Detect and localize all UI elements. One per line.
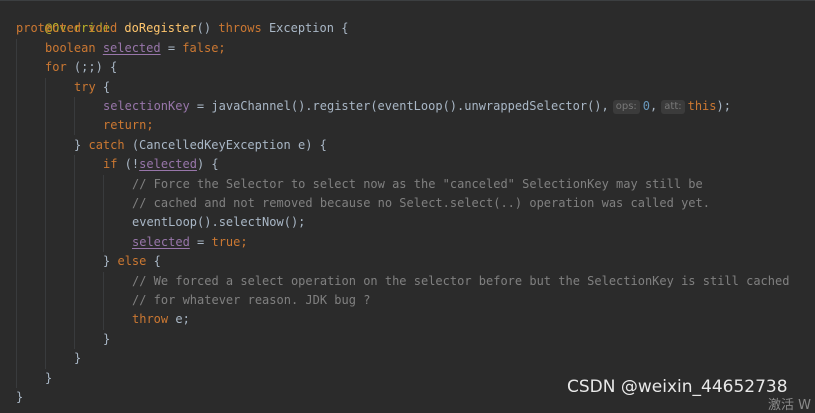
code-line-3[interactable]: boolean selected = false; <box>45 39 226 58</box>
select-now-call: eventLoop().selectNow(); <box>132 215 306 230</box>
activate-windows-text: 激活 W <box>768 398 811 413</box>
comma: , <box>650 99 658 113</box>
variable-selected: selected <box>139 157 197 172</box>
csdn-watermark: CSDN @weixin_44652738 <box>567 377 788 397</box>
code-line-10[interactable]: // Force the Selector to select now as t… <box>132 175 703 194</box>
keyword: for <box>45 60 67 75</box>
param-hint-ops: ops: <box>612 100 640 114</box>
throw-var: e; <box>168 312 190 327</box>
code-line-18[interactable]: } <box>103 330 110 349</box>
indent-guide <box>103 175 104 252</box>
close-paren: ); <box>716 99 731 113</box>
variable-selected: selected <box>102 40 161 55</box>
keyword: void <box>88 21 118 36</box>
field-selectionKey: selectionKey <box>103 99 190 113</box>
code-line-17[interactable]: throw e; <box>132 310 190 329</box>
semicolon: ; <box>240 234 248 249</box>
keyword: try <box>74 79 96 94</box>
operator: = <box>189 234 212 249</box>
code-line-21[interactable]: } <box>16 388 23 407</box>
variable-selected: selected <box>132 234 190 249</box>
operator: = <box>160 40 183 55</box>
code-line-20[interactable]: } <box>45 369 52 388</box>
keyword: if <box>103 157 118 172</box>
brace: } <box>74 351 82 366</box>
brace: { <box>341 21 349 36</box>
brace: } <box>74 137 82 152</box>
semicolon: ; <box>218 40 226 55</box>
brace: } <box>45 370 53 385</box>
code-line-15[interactable]: // We forced a select operation on the s… <box>132 272 789 291</box>
comment: // cached and not removed because no Sel… <box>132 196 710 210</box>
brace: } <box>103 254 111 269</box>
code-line-14[interactable]: } else { <box>103 252 161 271</box>
keyword: false <box>182 40 219 55</box>
keyword: return <box>103 118 147 133</box>
number-literal: 0 <box>642 99 651 113</box>
semicolon: ; <box>146 118 154 133</box>
keyword: true <box>211 234 241 249</box>
code-line-13[interactable]: selected = true; <box>132 233 248 252</box>
code-line-1[interactable]: @Override <box>16 0 110 35</box>
indent-guide <box>45 78 46 369</box>
keyword: throws <box>218 21 262 36</box>
comment: // We forced a select operation on the s… <box>132 273 790 288</box>
exception-type: Exception <box>268 21 334 36</box>
keyword: catch <box>88 137 125 152</box>
brace: } <box>16 390 24 404</box>
comment: // for whatever reason. JDK bug ? <box>132 293 371 307</box>
parens: () <box>196 21 212 36</box>
brace: { <box>102 79 111 94</box>
keyword: boolean <box>45 40 96 55</box>
code-line-2[interactable]: protected void doRegister() throws Excep… <box>16 19 348 38</box>
catch-param: (CancelledKeyException e) { <box>124 137 327 152</box>
if-open: (! <box>117 157 140 172</box>
code-line-7[interactable]: return; <box>103 116 154 135</box>
for-header: (;;) { <box>66 60 118 75</box>
keyword: this <box>687 99 717 113</box>
param-hint-att: att: <box>661 100 685 114</box>
comment: // Force the Selector to select now as t… <box>132 176 703 191</box>
code-line-8[interactable]: } catch (CancelledKeyException e) { <box>74 136 327 155</box>
code-line-5[interactable]: try { <box>74 78 110 97</box>
indent-guide <box>16 39 17 388</box>
operator: = <box>189 99 212 113</box>
keyword: else <box>117 254 147 269</box>
code-line-16[interactable]: // for whatever reason. JDK bug ? <box>132 291 370 310</box>
editor-top-border <box>0 0 815 1</box>
code-line-12[interactable]: eventLoop().selectNow(); <box>132 213 305 232</box>
if-close: ) { <box>196 157 219 172</box>
indent-guide <box>103 272 104 330</box>
brace: } <box>103 331 111 346</box>
keyword: throw <box>132 312 169 327</box>
code-line-11[interactable]: // cached and not removed because no Sel… <box>132 194 710 213</box>
code-line-19[interactable]: } <box>74 349 81 368</box>
keyword: protected <box>16 21 82 36</box>
code-editor[interactable]: @Override protected void doRegister() th… <box>0 0 815 413</box>
brace: { <box>153 254 161 269</box>
indent-guide <box>74 97 75 135</box>
method-name: doRegister <box>124 21 197 36</box>
code-line-6[interactable]: selectionKey = javaChannel().register(ev… <box>103 97 731 116</box>
register-call: javaChannel().register(eventLoop().unwra… <box>211 99 609 113</box>
indent-guide <box>74 155 75 349</box>
code-line-4[interactable]: for (;;) { <box>45 58 117 77</box>
code-line-9[interactable]: if (!selected) { <box>103 155 219 174</box>
